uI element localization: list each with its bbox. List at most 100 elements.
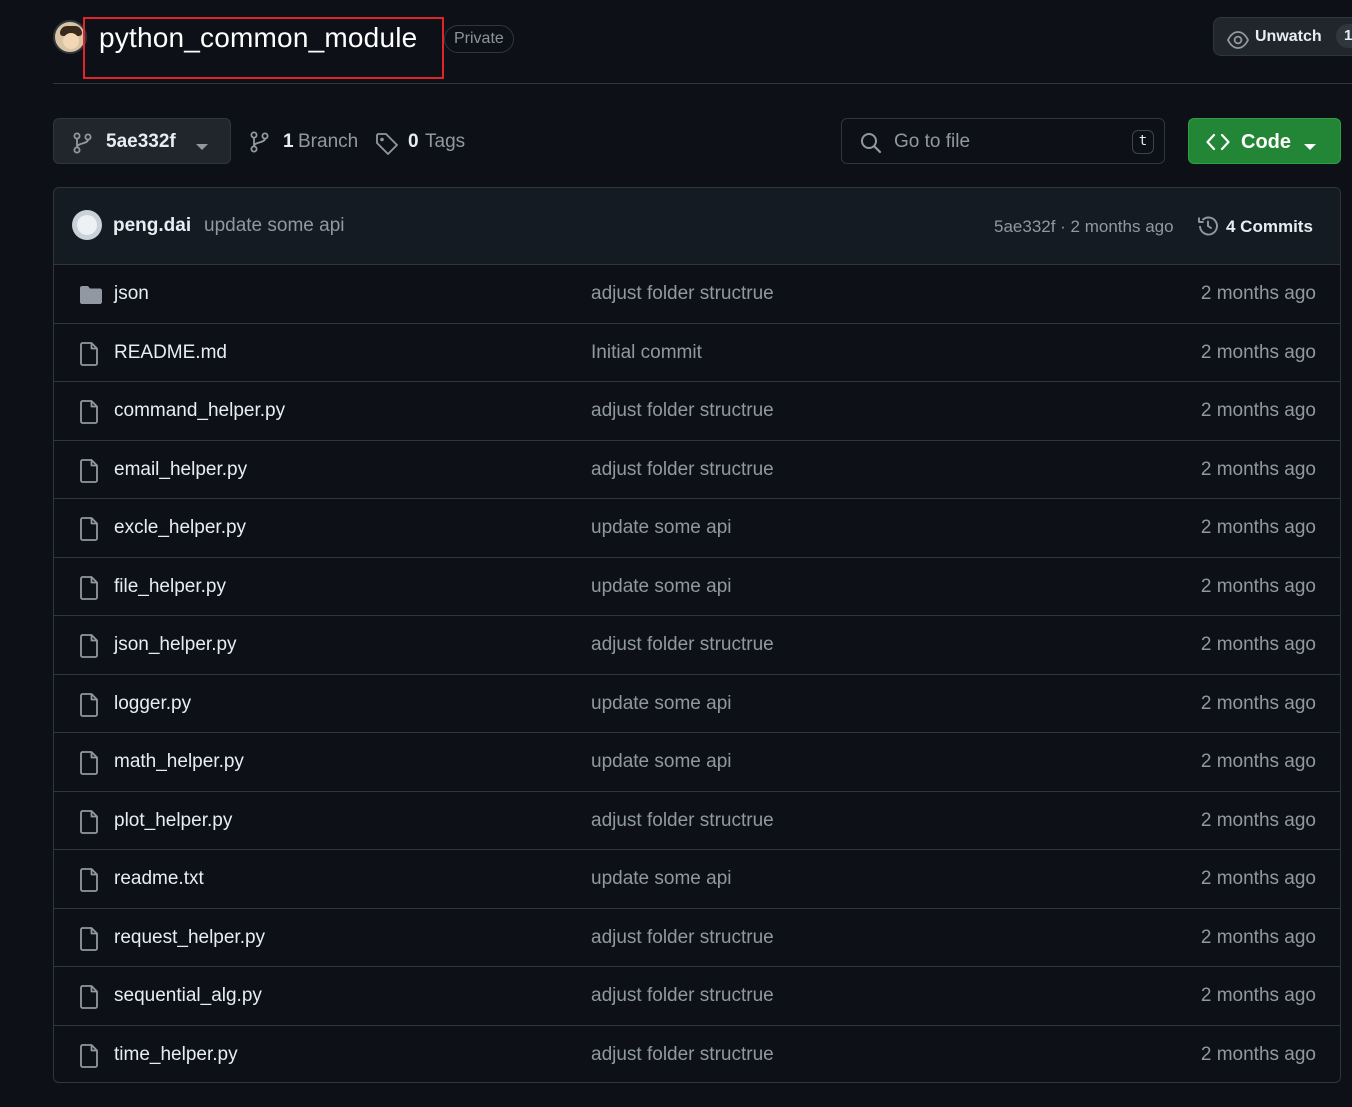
- branch-count: 1: [283, 131, 294, 152]
- branch-selector[interactable]: 5ae332f: [53, 118, 231, 164]
- file-row[interactable]: sequential_alg.py adjust folder structrue…: [54, 967, 1340, 1026]
- file-commit-time: 2 months ago: [1200, 458, 1316, 480]
- chevron-down-icon: [195, 138, 209, 156]
- file-icon: [79, 458, 99, 488]
- file-name-link[interactable]: command_helper.py: [114, 400, 285, 422]
- file-commit-time: 2 months ago: [1200, 341, 1316, 363]
- git-branch-icon: [250, 131, 270, 159]
- tag-icon: [375, 132, 399, 162]
- file-name-link[interactable]: logger.py: [114, 693, 191, 715]
- git-branch-icon: [73, 132, 93, 159]
- file-row[interactable]: time_helper.py adjust folder structrue 2 m…: [54, 1026, 1340, 1083]
- file-commit-time: 2 months ago: [1200, 517, 1316, 538]
- file-icon: [79, 809, 99, 839]
- tag-count: 0: [408, 131, 419, 152]
- branch-label: Branch: [298, 131, 359, 152]
- unwatch-button[interactable]: Unwatch: [1213, 17, 1352, 56]
- file-row[interactable]: email_helper.py adjust folder structrue 2 …: [54, 441, 1340, 499]
- file-row[interactable]: math_helper.py update some api 2 months ag…: [54, 733, 1340, 792]
- code-label: Code: [1241, 131, 1291, 153]
- file-commit-message[interactable]: adjust folder structrue: [591, 810, 774, 832]
- file-commit-time: 2 months ago: [1200, 868, 1316, 889]
- file-commit-message[interactable]: update some api: [591, 868, 732, 890]
- history-icon: [1196, 214, 1220, 243]
- file-icon: [79, 575, 99, 605]
- eye-icon: [1226, 27, 1250, 64]
- file-commit-message[interactable]: adjust folder structrue: [591, 400, 774, 422]
- file-row[interactable]: logger.py update some api 2 months ago: [54, 675, 1340, 733]
- code-icon: [1206, 132, 1230, 157]
- commit-author[interactable]: peng.dai: [113, 215, 191, 237]
- commit-meta[interactable]: 5ae332f · 2 months ago: [994, 217, 1174, 237]
- commit-message[interactable]: update some api: [204, 215, 345, 237]
- file-row[interactable]: readme.txt update some api 2 months ago: [54, 850, 1340, 909]
- file-commit-time: 2 months ago: [1200, 985, 1316, 1006]
- file-name-link[interactable]: sequential_alg.py: [114, 985, 262, 1007]
- repo-page: python_common_module Private Unwatch 1 5…: [0, 0, 1352, 1107]
- file-commit-time: 2 months ago: [1200, 809, 1316, 831]
- file-commit-message[interactable]: adjust folder structrue: [591, 1044, 774, 1066]
- file-commit-message[interactable]: update some api: [591, 517, 732, 539]
- file-name-link[interactable]: time_helper.py: [114, 1044, 238, 1066]
- repo-title[interactable]: python_common_module: [99, 22, 417, 54]
- latest-commit-bar: peng.dai update some api 5ae332f · 2 mon…: [54, 188, 1340, 265]
- file-icon: [79, 751, 99, 780]
- file-commit-message[interactable]: adjust folder structrue: [591, 459, 774, 481]
- file-commit-message[interactable]: update some api: [591, 576, 732, 598]
- unwatch-label: Unwatch: [1255, 28, 1322, 45]
- search-icon: [860, 132, 882, 159]
- file-commit-time: 2 months ago: [1200, 926, 1316, 948]
- shortcut-key: t: [1132, 130, 1154, 154]
- file-row[interactable]: file_helper.py update some api 2 months ag…: [54, 558, 1340, 616]
- file-name-link[interactable]: math_helper.py: [114, 751, 244, 773]
- file-name-link[interactable]: file_helper.py: [114, 576, 226, 598]
- file-commit-time: 2 months ago: [1200, 400, 1316, 421]
- file-row[interactable]: json_helper.py adjust folder structrue 2 m…: [54, 616, 1340, 675]
- file-commit-time: 2 months ago: [1200, 575, 1316, 597]
- file-row[interactable]: plot_helper.py adjust folder structrue 2 m…: [54, 792, 1340, 850]
- file-icon: [79, 692, 99, 722]
- file-name-link[interactable]: json_helper.py: [114, 634, 237, 656]
- branch-ref: 5ae332f: [106, 131, 176, 152]
- avatar-face: [77, 215, 97, 235]
- code-button[interactable]: Code: [1188, 118, 1341, 164]
- go-to-file-input[interactable]: [892, 127, 1116, 157]
- file-commit-message[interactable]: Initial commit: [591, 342, 702, 364]
- file-icon: [79, 341, 99, 371]
- file-commit-time: 2 months ago: [1200, 1043, 1316, 1065]
- chevron-down-icon: [1303, 138, 1317, 156]
- file-icon: [79, 985, 99, 1014]
- file-name-link[interactable]: json: [114, 283, 149, 305]
- owner-avatar[interactable]: [53, 20, 87, 54]
- file-commit-message[interactable]: adjust folder structrue: [591, 927, 774, 949]
- file-commit-time: 2 months ago: [1200, 692, 1316, 714]
- file-row[interactable]: README.md Initial commit 2 months ago: [54, 324, 1340, 382]
- go-to-file-search[interactable]: t: [841, 118, 1165, 164]
- file-name-link[interactable]: readme.txt: [114, 868, 204, 890]
- file-row[interactable]: request_helper.py adjust folder structrue…: [54, 909, 1340, 967]
- file-icon: [79, 926, 99, 956]
- file-row[interactable]: excle_helper.py update some api 2 months a…: [54, 499, 1340, 558]
- file-icon: [79, 400, 99, 429]
- file-name-link[interactable]: README.md: [114, 342, 227, 364]
- file-name-link[interactable]: plot_helper.py: [114, 810, 232, 832]
- commits-count: 4 Commits: [1226, 217, 1313, 236]
- commit-author-avatar[interactable]: [72, 210, 102, 240]
- file-commit-time: 2 months ago: [1200, 634, 1316, 655]
- file-name-link[interactable]: excle_helper.py: [114, 517, 246, 539]
- file-icon: [79, 517, 99, 546]
- file-commit-message[interactable]: update some api: [591, 751, 732, 773]
- tag-label: Tags: [425, 131, 466, 152]
- file-row[interactable]: command_helper.py adjust folder structrue…: [54, 382, 1340, 441]
- file-row[interactable]: json adjust folder structrue 2 months ago: [54, 265, 1340, 324]
- file-name-link[interactable]: email_helper.py: [114, 459, 247, 481]
- folder-icon: [79, 285, 103, 310]
- file-commit-message[interactable]: adjust folder structrue: [591, 634, 774, 656]
- file-name-link[interactable]: request_helper.py: [114, 927, 265, 949]
- repo-header: python_common_module Private Unwatch 1: [53, 0, 1352, 84]
- file-icon: [79, 868, 99, 897]
- file-commit-message[interactable]: adjust folder structrue: [591, 283, 774, 305]
- file-commit-message[interactable]: update some api: [591, 693, 732, 715]
- file-commit-time: 2 months ago: [1200, 283, 1316, 304]
- file-commit-message[interactable]: adjust folder structrue: [591, 985, 774, 1007]
